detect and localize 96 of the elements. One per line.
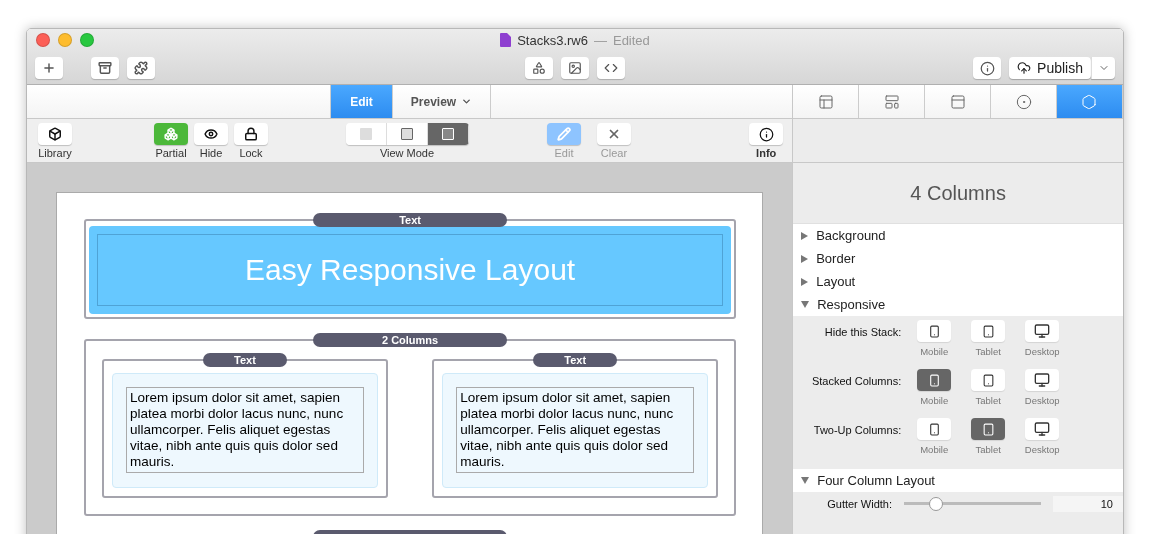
- tool-label: Partial: [155, 147, 187, 159]
- tool-label: Lock: [239, 147, 263, 159]
- device-toggle[interactable]: [971, 418, 1006, 440]
- layout-icon: [817, 93, 834, 110]
- device-toggle[interactable]: [971, 320, 1006, 342]
- cloud-upload-icon: [1017, 61, 1032, 75]
- toolbar-button[interactable]: [561, 57, 589, 79]
- section-header[interactable]: Layout: [793, 270, 1123, 293]
- tool-button[interactable]: [38, 123, 72, 145]
- banner-title: Easy Responsive Layout: [97, 234, 724, 306]
- stack-label: Text: [533, 353, 618, 367]
- eye-icon: [204, 127, 218, 141]
- monitor-icon: [1034, 372, 1051, 388]
- tablet-icon: [981, 373, 995, 387]
- code-icon: [604, 61, 618, 75]
- device-toggle[interactable]: [1025, 418, 1060, 440]
- publish-button[interactable]: Publish: [1009, 57, 1091, 79]
- section-header[interactable]: Background: [793, 224, 1123, 247]
- slider-label: Gutter Width:: [827, 498, 892, 510]
- tablet-icon: [981, 422, 995, 436]
- hexagon-icon: [1081, 93, 1098, 110]
- document-icon: [500, 33, 512, 47]
- device-label: Desktop: [1024, 346, 1060, 357]
- circle-icon: [1015, 93, 1032, 110]
- tool-button[interactable]: [234, 123, 268, 145]
- body-text: Lorem ipsum dolor sit amet, sapien platea morbi dolor lacus nunc, nunc ullamcorper. Felis aliquet egestas vitae, nibh ante quis quis dolor sed mauris.: [126, 387, 364, 473]
- image-icon: [568, 61, 582, 75]
- tool-label: Library: [38, 147, 72, 159]
- close-button[interactable]: [36, 33, 50, 47]
- tool-button[interactable]: [194, 123, 228, 145]
- device-label: Mobile: [920, 395, 949, 406]
- cube-icon: [48, 127, 62, 141]
- body-text: Lorem ipsum dolor sit amet, sapien platea morbi dolor lacus nunc, nunc ullamcorper. Felis aliquet egestas vitae, nibh ante quis quis dolor sed mauris.: [456, 387, 695, 473]
- toolbar-button[interactable]: [597, 57, 625, 79]
- section-header[interactable]: Four Column Layout: [793, 469, 1123, 492]
- phone-icon: [927, 422, 941, 436]
- row-label: Two-Up Columns:: [812, 423, 902, 436]
- mode-tab[interactable]: Preview: [393, 85, 491, 118]
- square-icon: [441, 128, 454, 140]
- tool-label: View Mode: [379, 147, 435, 159]
- device-label: Mobile: [920, 346, 949, 357]
- archive-box-icon: [98, 61, 112, 75]
- row-label: Hide this Stack:: [823, 325, 902, 338]
- pencil-icon: [557, 127, 571, 141]
- device-toggle[interactable]: [971, 369, 1006, 391]
- device-label: Tablet: [975, 444, 1001, 455]
- device-label: Mobile: [920, 444, 949, 455]
- info-icon: [979, 60, 995, 76]
- shapes-icon: [532, 61, 546, 75]
- stack-label: Text: [203, 353, 287, 367]
- tool-label: Info: [756, 147, 777, 159]
- monitor-icon: [1034, 421, 1051, 437]
- info-button[interactable]: [973, 57, 1002, 79]
- view-mode-segment[interactable]: [386, 123, 428, 145]
- device-label: Tablet: [975, 346, 1001, 357]
- device-toggle[interactable]: [917, 418, 952, 440]
- tool-label: Clear: [600, 147, 628, 159]
- toolbar-button[interactable]: [91, 57, 119, 79]
- device-toggle[interactable]: [917, 320, 952, 342]
- stack-label: Text: [313, 213, 508, 227]
- toolbar-button[interactable]: [525, 57, 553, 79]
- slider-thumb[interactable]: [928, 497, 943, 511]
- title-separator: —: [593, 32, 607, 48]
- device-label: Tablet: [975, 395, 1001, 406]
- layout-header-icon: [949, 93, 966, 110]
- device-toggle[interactable]: [1025, 369, 1060, 391]
- stack-label: 2 Columns: [313, 333, 508, 347]
- document-status: Edited: [612, 32, 650, 48]
- square-icon: [400, 128, 413, 140]
- value-field[interactable]: 10: [1053, 496, 1123, 512]
- phone-icon: [927, 373, 941, 387]
- tool-label: Hide: [199, 147, 223, 159]
- view-mode-segment[interactable]: [427, 123, 469, 145]
- puzzle-icon: [134, 61, 148, 75]
- toolbar-button[interactable]: [127, 57, 155, 79]
- info-icon: [758, 126, 774, 142]
- close-icon: [607, 127, 621, 141]
- section-header[interactable]: Responsive: [793, 293, 1123, 316]
- toolbar-button[interactable]: [35, 57, 63, 79]
- tool-label: Edit: [554, 147, 574, 159]
- device-label: Desktop: [1024, 395, 1060, 406]
- section-header[interactable]: Border: [793, 247, 1123, 270]
- caret-icon: [461, 96, 473, 107]
- lock-icon: [244, 127, 258, 141]
- square-icon: [359, 128, 372, 140]
- monitor-icon: [1034, 323, 1051, 339]
- add-icon: [42, 61, 56, 75]
- device-toggle[interactable]: [1025, 320, 1060, 342]
- window-title: Stacks3.rw6: [517, 32, 588, 48]
- tablet-icon: [981, 324, 995, 338]
- device-label: Desktop: [1024, 444, 1060, 455]
- phone-icon: [927, 324, 941, 338]
- device-toggle[interactable]: [917, 369, 952, 391]
- cubes-icon: [164, 127, 178, 141]
- info-button[interactable]: [749, 123, 784, 145]
- row-label: Stacked Columns:: [810, 374, 902, 387]
